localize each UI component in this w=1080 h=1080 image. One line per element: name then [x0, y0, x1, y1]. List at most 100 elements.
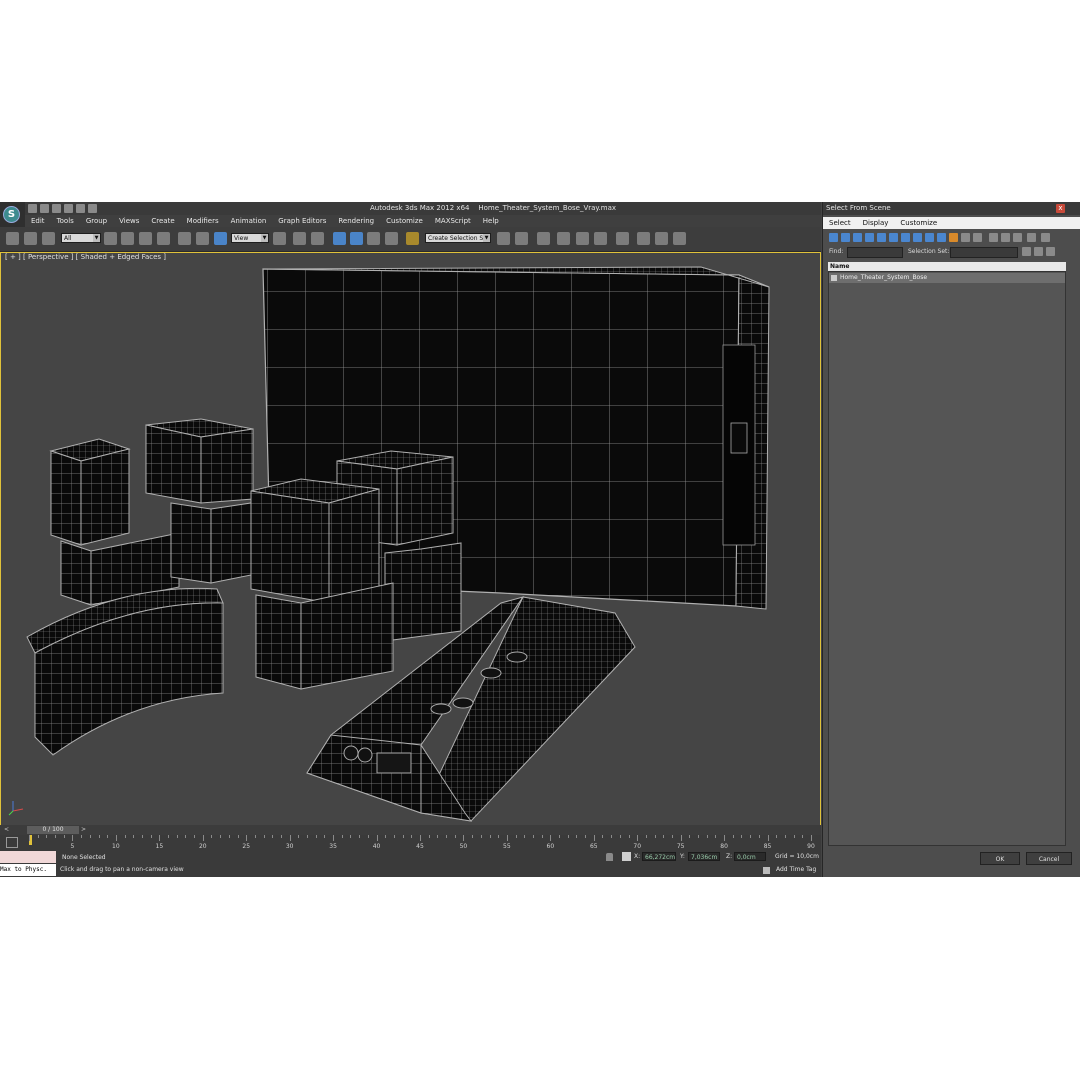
select-invert-icon[interactable]	[1013, 233, 1022, 242]
schematic-view-icon[interactable]	[594, 232, 607, 245]
project-folder-icon[interactable]	[88, 204, 97, 213]
undo-icon[interactable]	[64, 204, 73, 213]
cancel-button[interactable]: Cancel	[1026, 852, 1072, 865]
new-file-icon[interactable]	[28, 204, 37, 213]
display-groups-icon[interactable]	[901, 233, 910, 242]
display-helpers-icon[interactable]	[877, 233, 886, 242]
selection-filter-dropdown[interactable]: All ▼	[61, 233, 101, 243]
ruler-tick	[706, 835, 708, 838]
ruler-tick	[645, 835, 647, 838]
display-all-icon[interactable]	[973, 233, 982, 242]
selection-set-add-icon[interactable]	[1022, 247, 1031, 256]
display-space-warps-icon[interactable]	[889, 233, 898, 242]
snaps-toggle-icon[interactable]	[333, 232, 346, 245]
menu-rendering[interactable]: Rendering	[332, 215, 380, 227]
align-icon[interactable]	[515, 232, 528, 245]
move-icon[interactable]	[178, 232, 191, 245]
perspective-viewport[interactable]: [ + ] [ Perspective ] [ Shaded + Edged F…	[0, 252, 821, 826]
menu-maxscript[interactable]: MAXScript	[429, 215, 477, 227]
menu-create[interactable]: Create	[145, 215, 180, 227]
keyboard-shortcut-override-icon[interactable]	[311, 232, 324, 245]
save-file-icon[interactable]	[52, 204, 61, 213]
selection-lock-icon[interactable]	[606, 853, 613, 861]
dialog-menu-display[interactable]: Display	[857, 217, 895, 229]
close-icon[interactable]: x	[1056, 204, 1065, 213]
rotate-icon[interactable]	[196, 232, 209, 245]
dialog-menu-customize[interactable]: Customize	[894, 217, 943, 229]
mirror-icon[interactable]	[497, 232, 510, 245]
next-frame-button[interactable]: >	[81, 826, 86, 834]
menu-views[interactable]: Views	[113, 215, 145, 227]
z-coordinate-field[interactable]: 0,0cm	[734, 852, 766, 861]
percent-snap-icon[interactable]	[367, 232, 380, 245]
select-none-icon[interactable]	[1001, 233, 1010, 242]
display-xrefs-icon[interactable]	[913, 233, 922, 242]
reference-coordinate-dropdown[interactable]: View ▼	[231, 233, 269, 243]
menu-graph-editors[interactable]: Graph Editors	[272, 215, 332, 227]
display-hidden-icon[interactable]	[961, 233, 970, 242]
ok-button[interactable]: OK	[980, 852, 1020, 865]
rendered-frame-window-icon[interactable]	[655, 232, 668, 245]
bind-space-warp-icon[interactable]	[42, 232, 55, 245]
material-editor-icon[interactable]	[616, 232, 629, 245]
add-time-tag-button[interactable]: Add Time Tag	[776, 866, 816, 873]
edit-named-selection-icon[interactable]	[406, 232, 419, 245]
maxscript-mini-listener[interactable]: Max to Physc.	[0, 864, 56, 876]
track-bar[interactable]: 5 10 15 20 25 30 35 40 45 50 55 60 65 70 75 80 85 90	[0, 835, 821, 851]
select-object-icon[interactable]	[104, 232, 117, 245]
x-coordinate-field[interactable]: 66,272cm	[642, 852, 676, 861]
scale-icon[interactable]	[214, 232, 227, 245]
list-item[interactable]: Home_Theater_System_Bose	[829, 273, 1065, 283]
filter-icon[interactable]	[1041, 233, 1050, 242]
display-lights-icon[interactable]	[853, 233, 862, 242]
angle-snap-icon[interactable]	[350, 232, 363, 245]
menu-tools[interactable]: Tools	[51, 215, 80, 227]
menu-group[interactable]: Group	[80, 215, 113, 227]
pivot-center-icon[interactable]	[273, 232, 286, 245]
named-selection-dropdown[interactable]: Create Selection S ▼	[425, 233, 491, 243]
selection-set-edit-icon[interactable]	[1046, 247, 1055, 256]
menu-animation[interactable]: Animation	[225, 215, 273, 227]
redo-icon[interactable]	[76, 204, 85, 213]
layer-manager-icon[interactable]	[537, 232, 550, 245]
absolute-mode-icon[interactable]	[622, 852, 631, 861]
link-icon[interactable]	[6, 232, 19, 245]
application-button[interactable]: S	[0, 202, 25, 227]
unlink-icon[interactable]	[24, 232, 37, 245]
open-file-icon[interactable]	[40, 204, 49, 213]
menu-customize[interactable]: Customize	[380, 215, 429, 227]
display-geometry-icon[interactable]	[829, 233, 838, 242]
find-input[interactable]	[847, 247, 903, 258]
rectangular-selection-icon[interactable]	[139, 232, 152, 245]
curve-editor-icon[interactable]	[576, 232, 589, 245]
selection-set-dropdown[interactable]	[950, 247, 1018, 258]
dialog-menu-select[interactable]: Select	[823, 217, 857, 229]
previous-frame-button[interactable]: <	[4, 826, 9, 834]
mini-curve-editor-icon[interactable]	[6, 837, 18, 848]
display-bones-icon[interactable]	[925, 233, 934, 242]
y-coordinate-field[interactable]: 7,036cm	[688, 852, 720, 861]
menu-modifiers[interactable]: Modifiers	[181, 215, 225, 227]
spinner-snap-icon[interactable]	[385, 232, 398, 245]
time-slider[interactable]: 0 / 100	[27, 826, 79, 834]
ruler-tick	[428, 835, 430, 838]
select-by-name-icon[interactable]	[121, 232, 134, 245]
ruler-tick-label: 80	[720, 843, 728, 850]
sync-selection-icon[interactable]	[1027, 233, 1036, 242]
select-manipulate-icon[interactable]	[293, 232, 306, 245]
select-all-icon[interactable]	[989, 233, 998, 242]
graphite-toolbar-icon[interactable]	[557, 232, 570, 245]
display-cameras-icon[interactable]	[865, 233, 874, 242]
display-shapes-icon[interactable]	[841, 233, 850, 242]
render-production-icon[interactable]	[673, 232, 686, 245]
column-header-name[interactable]: Name	[828, 262, 1066, 271]
window-crossing-icon[interactable]	[157, 232, 170, 245]
render-setup-icon[interactable]	[637, 232, 650, 245]
track-bar-ruler[interactable]: 5 10 15 20 25 30 35 40 45 50 55 60 65 70 75 80 85 90	[27, 835, 817, 851]
maxscript-listener-pane[interactable]	[0, 851, 56, 863]
menu-edit[interactable]: Edit	[25, 215, 51, 227]
menu-help[interactable]: Help	[477, 215, 505, 227]
display-frozen-icon[interactable]	[949, 233, 958, 242]
display-containers-icon[interactable]	[937, 233, 946, 242]
selection-set-remove-icon[interactable]	[1034, 247, 1043, 256]
